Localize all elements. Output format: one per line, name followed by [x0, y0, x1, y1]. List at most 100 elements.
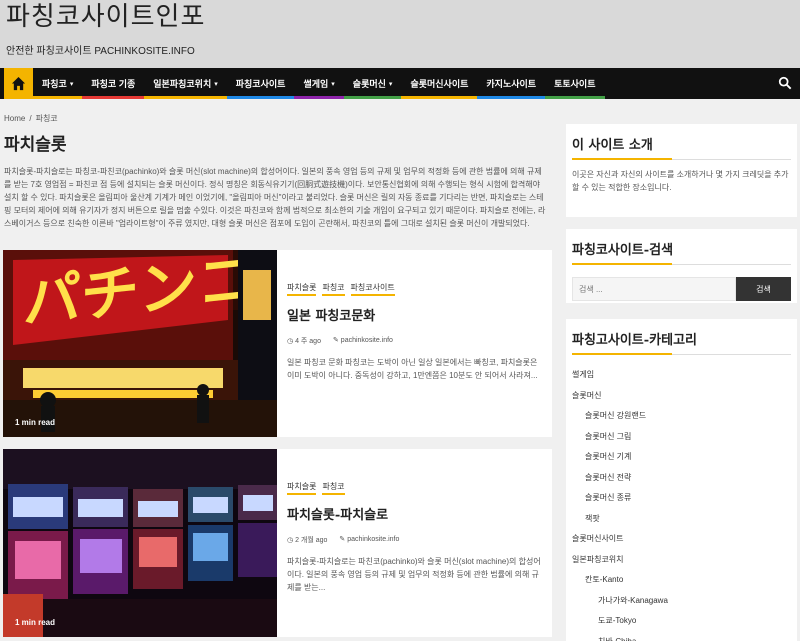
read-time: 1 min read [15, 618, 56, 627]
category-list-item[interactable]: 가나가와-Kanagawa [572, 591, 791, 612]
site-header: 파칭코사이트인포 안전한 파칭코사이트 PACHINKOSITE.INFO [0, 0, 800, 68]
nav-item[interactable]: 토토사이트 [545, 68, 605, 99]
nav-item-underline [343, 96, 402, 99]
post-categories: 파치슬롯 파칭코 파칭코사이트 [287, 282, 542, 296]
post-thumbnail[interactable]: 1 min read [3, 449, 277, 637]
clock-icon: ◷ [287, 537, 294, 544]
post-author[interactable]: ✎ pachinkosite.info [339, 535, 399, 545]
nav-item[interactable]: 카지노사이트 [477, 68, 546, 99]
category-link[interactable]: 파칭코 [322, 283, 345, 296]
post-author[interactable]: ✎ pachinkosite.info [333, 336, 393, 346]
post-meta: ◷ 2 개월 ago ✎ pachinkosite.info [287, 535, 542, 545]
search-icon[interactable] [778, 76, 792, 90]
edit-icon: ✎ [339, 536, 346, 543]
category-link[interactable]: 파치슬롯 [287, 482, 317, 495]
widget-title: 이 사이트 소개 [572, 134, 791, 160]
post-title[interactable]: 파치슬롯-파치슬로 [287, 504, 542, 523]
category-list-item[interactable]: 잭팟 [572, 509, 791, 530]
nav-item-underline [33, 96, 83, 99]
breadcrumb: Home / 파칭코 [0, 107, 552, 124]
category-list-item[interactable]: 슬롯머신 강원랜드 [572, 406, 791, 427]
category-list: 썰게임 슬롯머신 슬롯머신 강원랜드 슬롯머신 그림 슬롯머신 기계 슬롯머신 전략 슬롯머… [572, 365, 791, 641]
clock-icon: ◷ [287, 338, 294, 345]
nav-item[interactable]: 슬롯머신사이트 [401, 68, 478, 99]
category-link[interactable]: 파칭코사이트 [350, 283, 395, 296]
nav-item-label: 파칭코 [42, 79, 67, 89]
categories-widget: 파칭고사이트-카테고리 썰게임 슬롯머신 슬롯머신 강원랜드 슬롯머신 그림 슬롯머신 … [566, 319, 797, 641]
chevron-down-icon: ▾ [331, 80, 335, 88]
category-list-item[interactable]: 일본파칭코위치 [572, 550, 791, 571]
about-widget: 이 사이트 소개 이곳은 자신과 자신의 사이트를 소개하거나 몇 가지 크레딧… [566, 124, 797, 217]
page-title: 파치슬롯 [4, 135, 67, 155]
breadcrumb-home[interactable]: Home [4, 114, 25, 123]
read-time: 1 min read [15, 418, 56, 427]
nav-item[interactable]: 파칭코 ▾ [33, 68, 83, 99]
nav-item-label: 카지노사이트 [486, 79, 537, 89]
category-link[interactable]: 파칭코 [322, 482, 345, 495]
post-date: ◷ 4 주 ago [287, 338, 321, 345]
post-date: ◷ 2 개월 ago [287, 537, 328, 544]
category-list-item[interactable]: 썰게임 [572, 365, 791, 386]
widget-title: 파칭코사이트-검색 [572, 239, 791, 265]
nav-item-underline [401, 96, 478, 99]
nav-item-label: 일본파칭코위치 [153, 79, 212, 89]
post-categories: 파치슬롯 파칭코 [287, 481, 542, 495]
breadcrumb-separator: / [29, 114, 32, 123]
post-body: 파치슬롯 파칭코 파칭코사이트 일본 파칭코문화 ◷ 4 주 ago ✎ pachi… [277, 250, 552, 437]
category-list-item[interactable]: 칸토-Kanto [572, 570, 791, 591]
category-list-item[interactable]: 치바-Chiba [572, 632, 791, 641]
nav-item-underline [226, 96, 295, 99]
nav-item-label: 파칭코 기종 [91, 79, 136, 89]
category-list-item[interactable]: 슬롯머신 종류 [572, 488, 791, 509]
chevron-down-icon: ▾ [214, 80, 218, 88]
chevron-down-icon: ▾ [388, 80, 393, 88]
nav-item-label: 썰게임 [303, 79, 329, 89]
search-button[interactable]: 검색 [736, 277, 791, 301]
nav-item-underline [545, 96, 605, 99]
nav-item[interactable]: 썰게임 ▾ [294, 68, 344, 99]
category-list-item[interactable]: 슬롯머신 기계 [572, 447, 791, 468]
search-widget: 파칭코사이트-검색 검색 [566, 229, 797, 303]
category-list-item[interactable]: 슬롯머신 [572, 386, 791, 407]
nav-item-underline [82, 96, 145, 99]
post-excerpt: 파치슬롯-파치슬로는 파친코(pachinko)와 슬롯 머신(slot mac… [287, 557, 541, 592]
search-form: 검색 [572, 277, 791, 301]
about-text: 이곳은 자신과 자신의 사이트를 소개하거나 몇 가지 크레딧을 추가할 수 있… [572, 170, 789, 192]
nav-item[interactable]: 파칭코 기종 [82, 68, 145, 99]
nav-item-label: 슬롯머신 [352, 79, 386, 89]
pachinko-parlor-image: パチンコ [3, 250, 277, 437]
page-description: 파치슬롯-파치슬로는 파칭코-파친코(pachinko)와 슬롯 머신(slot… [4, 167, 546, 228]
main-nav: 파칭코 ▾ 파칭코 기종 일본파칭코위치 ▾ 파칭코사이트 썰게임 ▾ 슬롯머신 ▾ 슬롯머신사이트… [0, 68, 800, 99]
breadcrumb-current[interactable]: 파칭코 [36, 114, 58, 123]
category-list-item[interactable]: 슬롯머신 전략 [572, 468, 791, 489]
post-card: 1 min read 파치슬롯 파칭코 파치슬롯-파치슬로 ◷ 2 개월 ago … [3, 449, 552, 637]
nav-item-underline [477, 96, 546, 99]
nav-item[interactable]: 파칭코사이트 [226, 68, 295, 99]
chevron-down-icon: ▾ [69, 80, 74, 88]
main-content: Home / 파칭코 파치슬롯 파치슬롯-파치슬로는 파칭코-파친코(pachink… [0, 107, 552, 230]
category-list-item[interactable]: 슬롯머신 그림 [572, 427, 791, 448]
search-input[interactable] [572, 277, 736, 301]
category-list-item[interactable]: 도쿄-Tokyo [572, 611, 791, 632]
nav-item[interactable]: 슬롯머신 ▾ [343, 68, 402, 99]
nav-item[interactable]: 일본파칭코위치 ▾ [144, 68, 227, 99]
post-title[interactable]: 일본 파칭코문화 [287, 305, 542, 324]
widget-title: 파칭고사이트-카테고리 [572, 329, 791, 355]
post-excerpt: 일본 파칭코 문화 파칭코는 도박이 아닌 일상 일본에서는 빠칭코, 파치슬롯… [287, 358, 538, 380]
edit-icon: ✎ [332, 337, 339, 344]
post-meta: ◷ 4 주 ago ✎ pachinkosite.info [287, 336, 542, 346]
site-title[interactable]: 파칭코사이트인포 [6, 2, 794, 32]
nav-home-button[interactable] [4, 68, 33, 99]
post-thumbnail[interactable]: パチンコ 1 min read [3, 250, 277, 437]
nav-item-label: 토토사이트 [554, 79, 596, 89]
nav-item-label: 슬롯머신사이트 [410, 79, 469, 89]
category-list-item[interactable]: 슬롯머신사이트 [572, 529, 791, 550]
slot-machines-image [3, 449, 277, 637]
category-link[interactable]: 파치슬롯 [287, 283, 317, 296]
home-icon [11, 76, 26, 91]
nav-item-label: 파칭코사이트 [235, 79, 286, 89]
post-body: 파치슬롯 파칭코 파치슬롯-파치슬로 ◷ 2 개월 ago ✎ pachinkos… [277, 449, 552, 637]
post-card: パチンコ 1 min read 파치슬롯 파칭코 파칭코사이트 일본 파칭코문화 ◷… [3, 250, 552, 437]
nav-item-underline [144, 96, 227, 99]
sidebar: 이 사이트 소개 이곳은 자신과 자신의 사이트를 소개하거나 몇 가지 크레딧… [566, 124, 797, 641]
